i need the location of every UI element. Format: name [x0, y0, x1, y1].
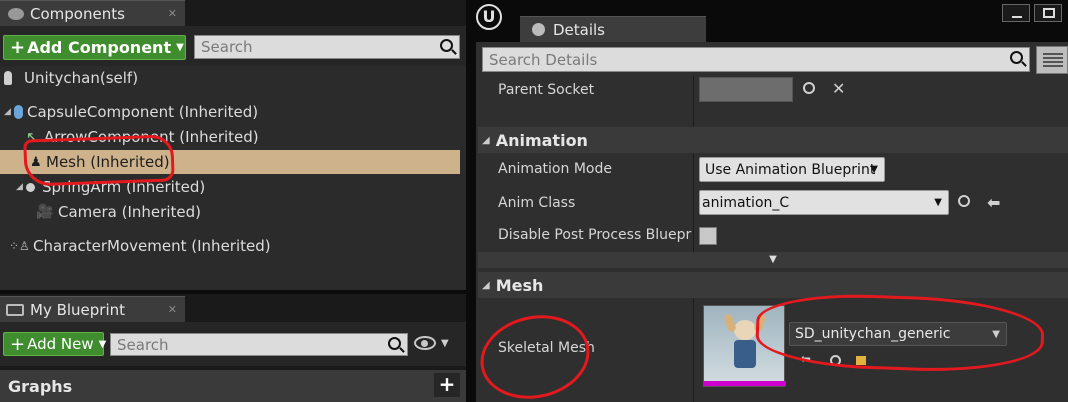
tree-item-movement[interactable]: ⁘♙ CharacterMovement (Inherited)	[0, 234, 460, 258]
tree-item-label: CapsuleComponent (Inherited)	[27, 103, 259, 121]
eye-icon[interactable]	[414, 336, 438, 352]
details-search-input[interactable]: Search Details	[482, 47, 1030, 72]
tree-item-label: CharacterMovement (Inherited)	[33, 237, 271, 255]
capsule-icon	[14, 105, 23, 119]
animation-section-header[interactable]: ◢ Animation	[478, 127, 1068, 153]
view-options-button[interactable]	[1036, 46, 1068, 74]
graphs-label: Graphs	[8, 376, 73, 396]
expand-arrow-icon[interactable]: ◢	[16, 182, 26, 192]
chevron-down-icon[interactable]: ▼	[441, 338, 449, 349]
tree-item-label: Camera (Inherited)	[58, 203, 201, 221]
annotation-mark	[23, 134, 175, 187]
search-icon[interactable]	[388, 337, 401, 350]
chevron-down-icon: ▼	[870, 164, 878, 175]
tree-item-label: Unitychan(self)	[24, 69, 139, 87]
minimize-button[interactable]	[1002, 4, 1030, 22]
add-icon: +	[10, 37, 26, 58]
tab-details[interactable]: Details	[520, 16, 706, 42]
search-placeholder: Search Details	[489, 50, 598, 69]
add-component-label: Add Component	[27, 38, 172, 57]
animation-section-label: Animation	[495, 130, 588, 150]
mesh-section-header[interactable]: ◢ Mesh	[478, 272, 1068, 298]
collapse-arrow-icon: ◢	[482, 134, 490, 146]
search-placeholder: Search	[201, 38, 253, 56]
actor-icon	[4, 71, 12, 85]
clear-icon[interactable]: ✕	[832, 79, 845, 98]
browse-icon[interactable]	[958, 195, 972, 209]
close-icon[interactable]: ✕	[168, 7, 177, 20]
tab-my-blueprint-label: My Blueprint	[30, 300, 126, 319]
camera-icon: 🎥	[36, 204, 54, 220]
browse-icon[interactable]	[803, 82, 817, 96]
column-divider	[693, 298, 694, 402]
use-selected-icon[interactable]: ⬅	[987, 193, 1000, 212]
mesh-section-label: Mesh	[495, 275, 544, 295]
unreal-logo-icon: U	[476, 4, 504, 36]
tab-components-label: Components	[30, 4, 125, 23]
disable-post-process-checkbox[interactable]	[699, 227, 717, 245]
animation-mode-label: Animation Mode	[498, 161, 612, 177]
anim-class-dropdown[interactable]: animation_C ▼	[699, 190, 949, 215]
disable-post-process-label: Disable Post Process Blueprint	[498, 227, 692, 243]
parent-socket-label: Parent Socket	[498, 82, 595, 98]
add-component-button[interactable]: + Add Component ▼	[3, 35, 186, 60]
book-icon	[6, 303, 24, 316]
tree-item-self[interactable]: Unitychan(self)	[0, 66, 460, 90]
springarm-icon	[26, 182, 35, 192]
column-divider	[693, 76, 694, 252]
parent-socket-field[interactable]	[699, 77, 793, 102]
components-search-input[interactable]: Search	[194, 35, 460, 59]
graphs-section[interactable]: Graphs	[0, 370, 466, 402]
tab-components[interactable]: Components ✕	[0, 0, 185, 26]
tree-item-capsule[interactable]: ◢ CapsuleComponent (Inherited)	[0, 100, 460, 124]
anim-class-label: Anim Class	[498, 195, 576, 211]
animation-mode-value: Use Animation Blueprint	[705, 161, 876, 178]
search-icon[interactable]	[440, 39, 453, 52]
components-icon	[8, 7, 24, 20]
animation-mode-dropdown[interactable]: Use Animation Blueprint ▼	[699, 157, 885, 182]
search-icon[interactable]	[1010, 51, 1023, 64]
add-graph-button[interactable]: +	[434, 373, 460, 397]
maximize-button[interactable]	[1034, 4, 1062, 22]
expand-arrow-icon[interactable]: ◢	[4, 107, 14, 117]
add-new-label: Add New	[27, 335, 94, 353]
add-new-button[interactable]: + Add New ▼	[3, 332, 107, 356]
chevron-down-icon: ▼	[934, 197, 942, 208]
details-icon	[532, 23, 545, 36]
add-icon: +	[10, 333, 26, 355]
chevron-down-icon: ▼	[98, 338, 107, 350]
close-icon[interactable]: ✕	[168, 303, 177, 316]
anim-class-value: animation_C	[702, 194, 790, 211]
advanced-expander[interactable]: ▼	[478, 252, 1068, 268]
chevron-down-icon: ▼	[176, 42, 184, 53]
search-placeholder: Search	[117, 335, 169, 354]
blueprint-search-input[interactable]: Search	[110, 333, 408, 356]
tab-details-label: Details	[553, 20, 606, 39]
collapse-arrow-icon: ◢	[482, 279, 490, 291]
movement-icon: ⁘♙	[9, 239, 30, 253]
tab-my-blueprint[interactable]: My Blueprint ✕	[0, 296, 185, 322]
tree-item-camera[interactable]: 🎥 Camera (Inherited)	[0, 200, 460, 224]
